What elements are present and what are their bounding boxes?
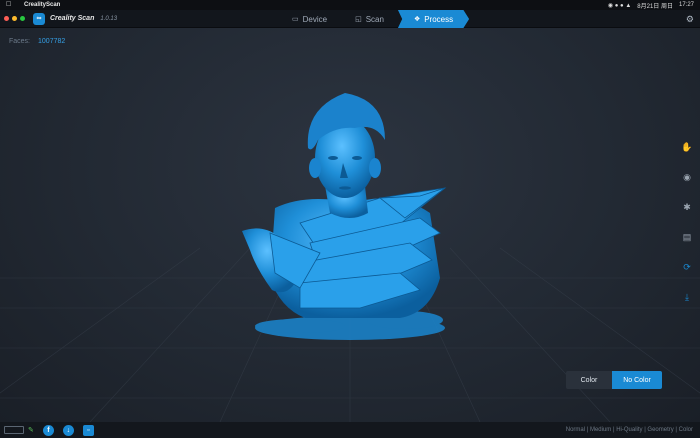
- menubar-clock[interactable]: 17:27: [679, 2, 694, 8]
- menubar-app-name[interactable]: CrealityScan: [24, 2, 60, 8]
- scan-icon: ◱: [355, 16, 362, 23]
- tab-scan[interactable]: ◱ Scan: [341, 10, 398, 28]
- keyboard-icon[interactable]: [4, 426, 24, 434]
- color-button[interactable]: Color: [566, 371, 612, 389]
- creality-logo-icon: ∞: [33, 12, 45, 25]
- scanned-bust-model[interactable]: [0, 28, 700, 422]
- zoom-window-button[interactable]: [20, 16, 25, 21]
- app-titlebar: ∞ Creality Scan 1.0.13 ▭ Device ◱ Scan ❖…: [0, 10, 700, 28]
- tab-device-label: Device: [302, 14, 328, 24]
- model-ear-left: [309, 158, 321, 178]
- refresh-icon[interactable]: ⟳: [675, 252, 699, 282]
- app-version: 1.0.13: [100, 15, 118, 22]
- workflow-steps: ▭ Device ◱ Scan ❖ Process: [278, 10, 470, 28]
- status-icons[interactable]: ◉ ● ● ▲: [608, 2, 631, 9]
- pencil-icon[interactable]: ✎: [28, 426, 34, 434]
- facebook-icon[interactable]: f: [42, 424, 54, 436]
- window-controls: [4, 16, 25, 21]
- apple-icon[interactable]: : [6, 1, 14, 9]
- no-color-button[interactable]: No Color: [612, 371, 662, 389]
- gear-icon[interactable]: ⚙: [686, 14, 694, 25]
- model-ear-right: [369, 158, 381, 178]
- color-mode-toggle: Color No Color: [566, 371, 662, 389]
- tab-process[interactable]: ❖ Process: [397, 10, 470, 28]
- status-footer: ✎ f ↓ ▫ Normal | Medium | Hi-Quality | G…: [0, 422, 700, 438]
- tab-device[interactable]: ▭ Device: [278, 10, 341, 28]
- tab-scan-label: Scan: [365, 14, 384, 24]
- paint-tool-icon[interactable]: ◉: [675, 162, 699, 192]
- quality-modes: Normal | Medium | Hi-Quality | Geometry …: [565, 427, 693, 433]
- hand-tool-icon[interactable]: ✋: [675, 132, 699, 162]
- menubar-date[interactable]: 8月21日 周日: [637, 1, 673, 10]
- export-icon[interactable]: ⤓: [675, 282, 699, 312]
- crop-tool-icon[interactable]: ▤: [675, 222, 699, 252]
- app-title: Creality Scan: [50, 15, 95, 22]
- 3d-viewport[interactable]: Faces: 1007782 ✋ ◉ ✱ ▤ ⟳ ⤓ Color No Colo…: [0, 28, 700, 422]
- close-window-button[interactable]: [4, 16, 9, 21]
- tab-process-label: Process: [424, 14, 454, 24]
- screen-icon[interactable]: ▫: [82, 424, 94, 436]
- right-toolbar: ✋ ◉ ✱ ▤ ⟳ ⤓: [674, 132, 700, 332]
- process-icon: ❖: [413, 16, 421, 23]
- download-icon[interactable]: ↓: [62, 424, 74, 436]
- device-icon: ▭: [292, 16, 299, 23]
- system-menubar:  CrealityScan ◉ ● ● ▲ 8月21日 周日 17:27: [0, 0, 700, 10]
- minimize-window-button[interactable]: [12, 16, 17, 21]
- puzzle-tool-icon[interactable]: ✱: [675, 192, 699, 222]
